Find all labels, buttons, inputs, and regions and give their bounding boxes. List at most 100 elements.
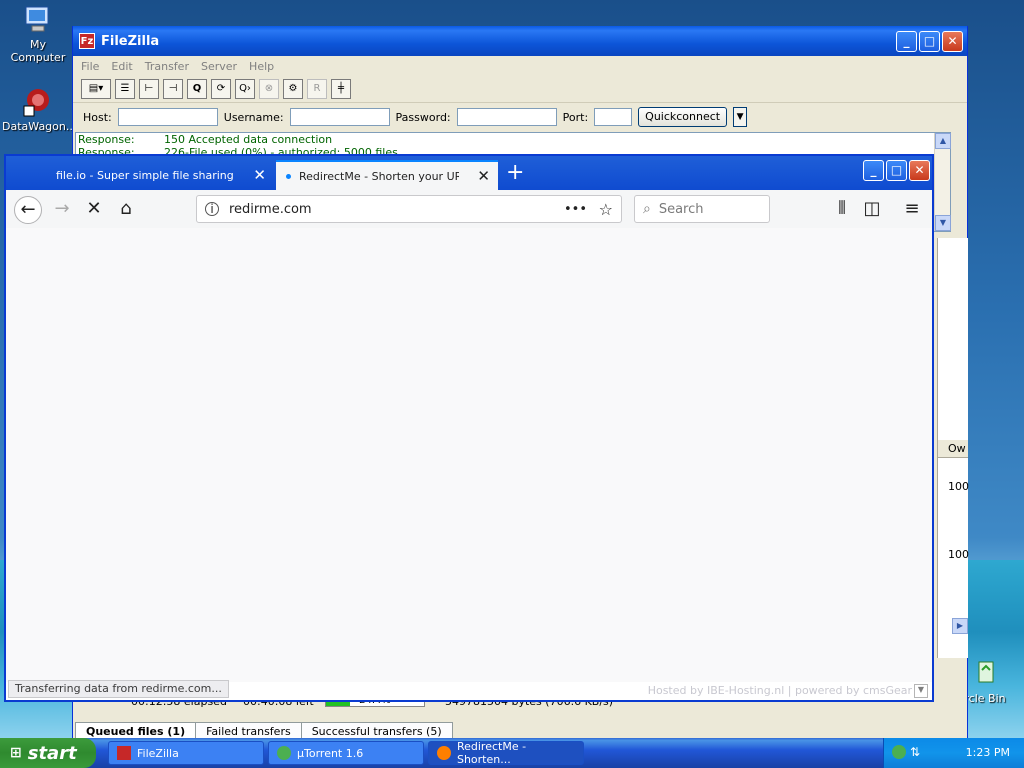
- clock: 1:23 PM: [965, 746, 1010, 759]
- firefox-tab-bar: file.io - Super simple file sharing ✕ Re…: [6, 156, 932, 190]
- forward-icon[interactable]: →: [48, 196, 76, 224]
- cancel-icon[interactable]: ⊗: [259, 79, 279, 99]
- taskbar-item-filezilla[interactable]: FileZilla: [108, 741, 264, 765]
- scroll-down-icon[interactable]: ▼: [935, 215, 951, 231]
- menu-icon[interactable]: ≡: [898, 196, 926, 224]
- menu-server[interactable]: Server: [201, 60, 237, 73]
- url-text: redirme.com: [229, 201, 312, 217]
- filezilla-toolbar: ▤▾ ☰ ⊢ ⊣ Q ⟳ Q› ⊗ ⚙ R ╪: [73, 76, 967, 103]
- new-tab-icon[interactable]: +: [506, 160, 524, 186]
- sidebar-icon[interactable]: ◫: [858, 196, 886, 224]
- quickconnect-dropdown-icon[interactable]: ▼: [733, 107, 748, 127]
- filezilla-title: FileZilla: [101, 33, 160, 49]
- remote-cell: 100: [948, 480, 969, 493]
- scroll-up-icon[interactable]: ▲: [935, 133, 951, 149]
- utorrent-icon: [277, 746, 291, 760]
- close-button[interactable]: ✕: [942, 31, 963, 52]
- compare-icon[interactable]: ╪: [331, 79, 351, 99]
- menu-file[interactable]: File: [81, 60, 99, 73]
- filezilla-icon: [117, 746, 131, 760]
- taskbar: ⊞ start FileZilla µTorrent 1.6 RedirectM…: [0, 738, 1024, 768]
- recycle-bin-icon: [969, 658, 1001, 690]
- start-button[interactable]: ⊞ start: [0, 738, 96, 768]
- desktop-icon-datawagon[interactable]: DataWagon...: [2, 86, 76, 133]
- port-input[interactable]: [594, 108, 633, 126]
- loading-dot-icon: [286, 173, 291, 179]
- remote-cell: 100: [948, 548, 969, 561]
- network-icon[interactable]: ⇅: [910, 745, 920, 759]
- maximize-button[interactable]: □: [919, 31, 940, 52]
- port-label: Port:: [562, 110, 589, 124]
- tab-redirectme[interactable]: RedirectMe - Shorten your URL to ✕: [276, 160, 498, 190]
- minimize-button[interactable]: _: [896, 31, 917, 52]
- windows-logo-icon: ⊞: [10, 745, 22, 761]
- process-queue-icon[interactable]: Q›: [235, 79, 255, 99]
- close-tab-icon[interactable]: ✕: [477, 167, 490, 185]
- scroll-right-icon[interactable]: ▶: [952, 618, 968, 634]
- firefox-window: file.io - Super simple file sharing ✕ Re…: [4, 154, 934, 702]
- info-icon[interactable]: i: [205, 202, 219, 216]
- search-box[interactable]: ⌕ Search: [634, 195, 770, 223]
- column-header-owner[interactable]: Ow: [938, 440, 968, 458]
- firefox-icon: [437, 746, 451, 760]
- refresh-icon[interactable]: ⟳: [211, 79, 231, 99]
- password-label: Password:: [395, 110, 451, 124]
- url-bar[interactable]: i redirme.com ••• ☆: [196, 195, 622, 223]
- filezilla-title-bar[interactable]: Fz FileZilla _ □ ✕: [73, 26, 967, 56]
- quickconnect-button[interactable]: Quickconnect: [638, 107, 728, 127]
- toggle-queue-icon[interactable]: Q: [187, 79, 207, 99]
- page-content: [6, 228, 932, 682]
- username-label: Username:: [223, 110, 284, 124]
- remote-file-list: Ow 100 100 ▶: [937, 238, 969, 658]
- toggle-remote-tree-icon[interactable]: ⊣: [163, 79, 183, 99]
- username-input[interactable]: [289, 108, 390, 126]
- close-tab-icon[interactable]: ✕: [253, 166, 266, 184]
- taskbar-item-label: µTorrent 1.6: [297, 746, 364, 760]
- status-bar: Transferring data from redirme.com...: [8, 680, 229, 698]
- back-icon[interactable]: ←: [14, 196, 42, 224]
- host-label: Host:: [83, 110, 112, 124]
- taskbar-item-label: RedirectMe - Shorten...: [456, 740, 527, 766]
- minimize-button[interactable]: _: [863, 160, 884, 181]
- menu-help[interactable]: Help: [249, 60, 274, 73]
- desktop-icon-my-computer[interactable]: My Computer: [2, 4, 74, 64]
- menu-transfer[interactable]: Transfer: [145, 60, 189, 73]
- datawagon-icon: [22, 86, 54, 118]
- home-icon[interactable]: ⌂: [112, 196, 140, 224]
- library-icon[interactable]: ⫴: [828, 196, 856, 224]
- reconnect-icon[interactable]: R: [307, 79, 327, 99]
- toggle-local-tree-icon[interactable]: ⊢: [139, 79, 159, 99]
- bookmark-star-icon[interactable]: ☆: [599, 200, 613, 219]
- password-input[interactable]: [456, 108, 557, 126]
- toggle-log-icon[interactable]: ☰: [115, 79, 135, 99]
- filezilla-menu-bar: File Edit Transfer Server Help: [73, 56, 967, 76]
- start-label: start: [27, 742, 77, 764]
- taskbar-item-firefox[interactable]: RedirectMe - Shorten...: [428, 740, 584, 766]
- host-input[interactable]: [117, 108, 218, 126]
- search-icon: ⌕: [643, 201, 651, 217]
- disconnect-icon[interactable]: ⚙: [283, 79, 303, 99]
- close-button[interactable]: ✕: [909, 160, 930, 181]
- utorrent-tray-icon[interactable]: [892, 745, 906, 759]
- page-actions-icon[interactable]: •••: [564, 202, 587, 217]
- stop-icon[interactable]: ✕: [80, 196, 108, 224]
- maximize-button[interactable]: □: [886, 160, 907, 181]
- filezilla-app-icon: Fz: [79, 33, 95, 49]
- search-placeholder: Search: [658, 201, 704, 217]
- system-tray: ⇅ 1:23 PM: [883, 738, 1024, 768]
- navigation-toolbar: ← → ✕ ⌂ i redirme.com ••• ☆ ⌕ Search ⫴ ◫…: [6, 190, 932, 229]
- tab-file-io[interactable]: file.io - Super simple file sharing ✕: [46, 160, 274, 190]
- scroll-down-icon[interactable]: ▼: [914, 684, 928, 698]
- taskbar-item-label: FileZilla: [137, 746, 179, 760]
- computer-icon: [22, 4, 54, 36]
- menu-edit[interactable]: Edit: [111, 60, 132, 73]
- quickconnect-bar: Host: Username: Password: Port: Quickcon…: [73, 103, 967, 131]
- log-line: Response: 150 Accepted data connection: [78, 133, 333, 146]
- taskbar-item-utorrent[interactable]: µTorrent 1.6: [268, 741, 424, 765]
- desktop-icon-label: My Computer: [10, 38, 66, 64]
- tab-title: RedirectMe - Shorten your URL to: [299, 169, 459, 183]
- log-scrollbar[interactable]: ▲ ▼: [934, 133, 951, 231]
- hosted-by-footer: Hosted by IBE-Hosting.nl | powered by cm…: [647, 684, 912, 697]
- site-manager-icon[interactable]: ▤▾: [81, 79, 111, 99]
- tab-title: file.io - Super simple file sharing: [56, 168, 234, 182]
